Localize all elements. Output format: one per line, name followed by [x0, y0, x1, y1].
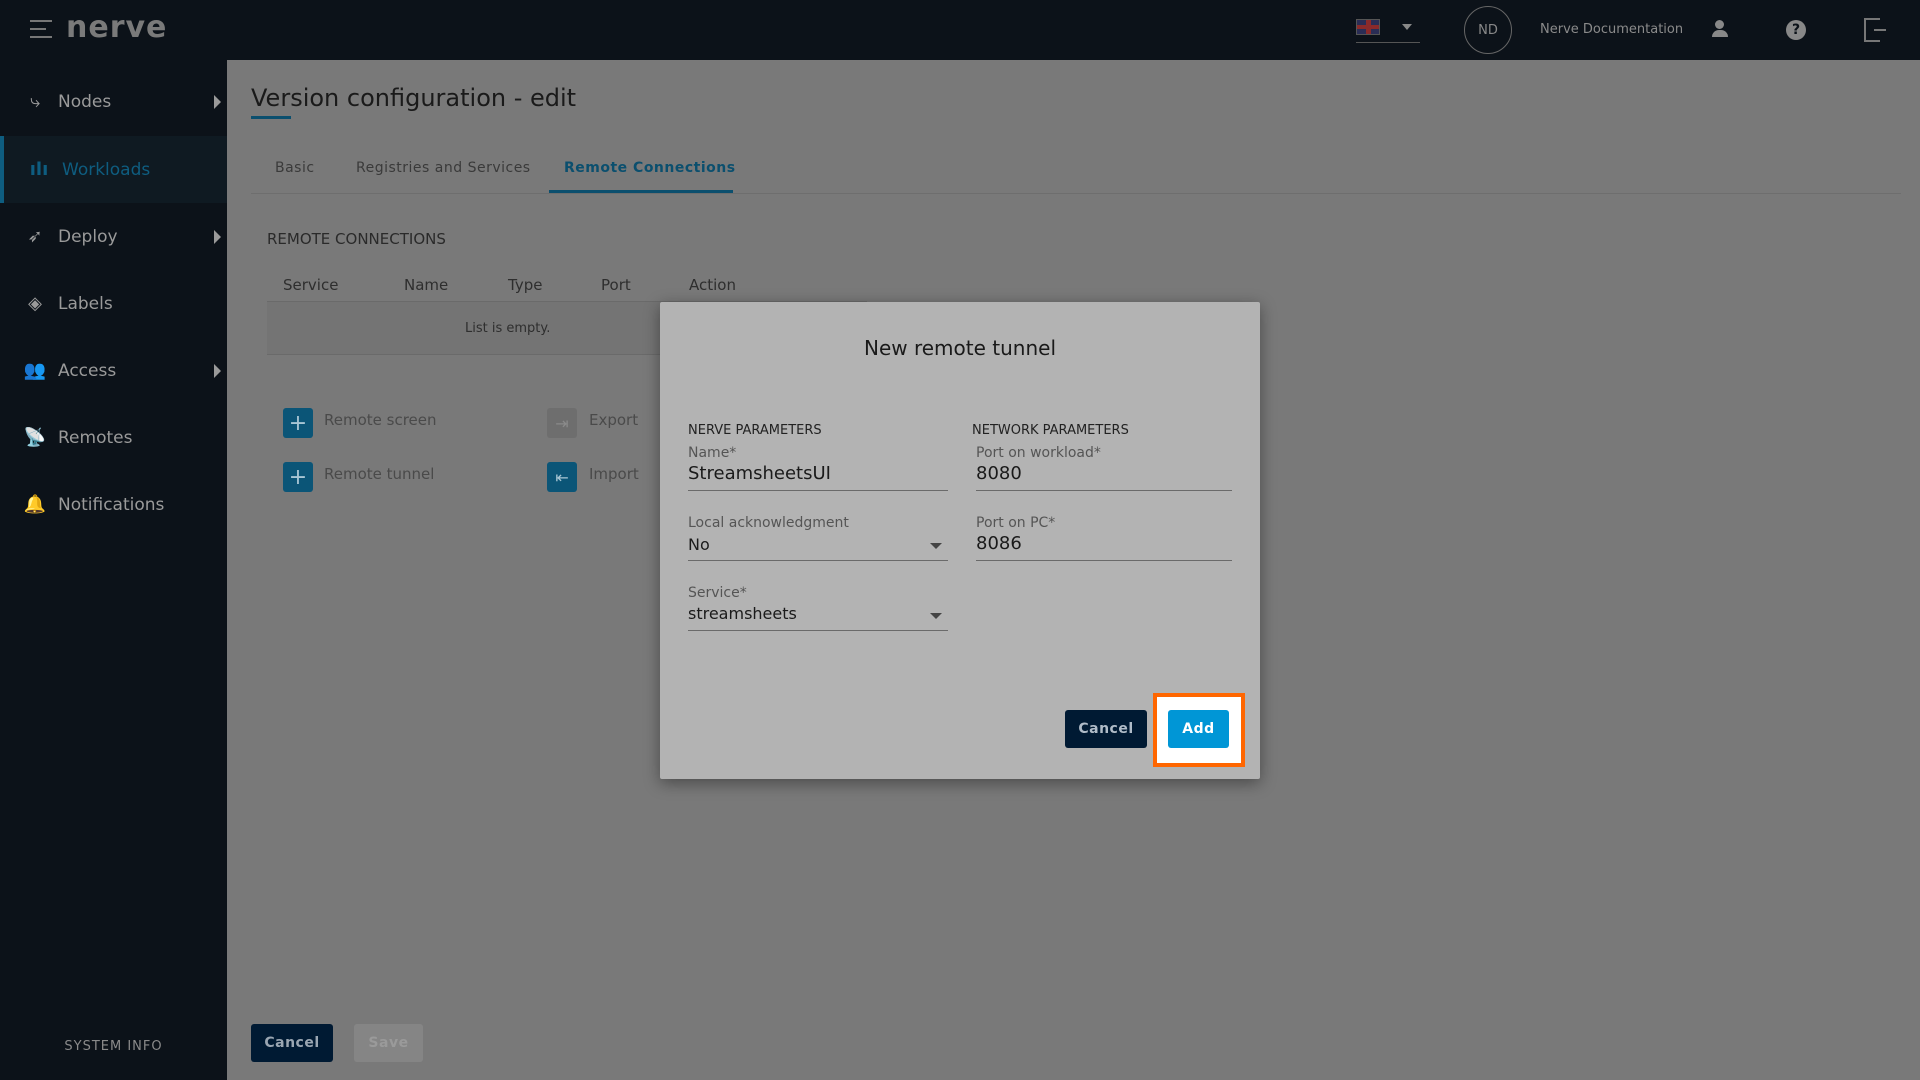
- local-acknowledgment-underline: [688, 560, 948, 561]
- dialog-title: New remote tunnel: [863, 336, 1057, 360]
- tab-basic[interactable]: Basic: [275, 160, 315, 176]
- local-acknowledgment-select[interactable]: No: [688, 535, 710, 554]
- tab-bar-divider: [251, 193, 1901, 194]
- port-on-workload-underline: [976, 490, 1232, 491]
- sidebar-item-label: Notifications: [58, 494, 165, 515]
- language-select-underline: [1356, 42, 1420, 43]
- bell-icon: 🔔: [23, 494, 47, 515]
- add-remote-screen-button[interactable]: +: [283, 408, 313, 438]
- sidebar-item-remotes[interactable]: 📡 Remotes: [0, 404, 227, 471]
- system-info-link[interactable]: SYSTEM INFO: [0, 1039, 227, 1054]
- nodes-icon: ⤷: [29, 91, 41, 112]
- tag-icon: ◈: [28, 293, 42, 314]
- sidebar-item-notifications[interactable]: 🔔 Notifications: [0, 471, 227, 538]
- plus-icon: +: [288, 464, 308, 490]
- nerve-parameters-heading: NERVE PARAMETERS: [688, 423, 822, 438]
- import-icon: ⇤: [555, 467, 569, 487]
- column-header-type: Type: [508, 276, 543, 294]
- import-button[interactable]: ⇤: [547, 462, 577, 492]
- user-icon[interactable]: [1712, 20, 1728, 38]
- section-title: REMOTE CONNECTIONS: [267, 230, 446, 248]
- port-on-workload-input[interactable]: 8080: [976, 463, 1022, 484]
- page-save-button[interactable]: Save: [354, 1024, 423, 1062]
- name-input[interactable]: StreamsheetsUI: [688, 463, 831, 484]
- dialog-cancel-button[interactable]: Cancel: [1065, 710, 1147, 748]
- column-header-port: Port: [601, 276, 631, 294]
- menu-icon[interactable]: [30, 20, 52, 38]
- sidebar-item-label: Access: [58, 360, 117, 381]
- page-title: Version configuration - edit: [251, 84, 577, 112]
- tab-registries-and-services[interactable]: Registries and Services: [356, 160, 531, 176]
- import-label[interactable]: Import: [589, 465, 639, 483]
- active-tab-indicator: [549, 190, 733, 193]
- chevron-right-icon: [214, 229, 221, 244]
- sidebar-item-label: Workloads: [62, 159, 151, 180]
- user-name[interactable]: Nerve Documentation: [1540, 22, 1683, 37]
- help-icon[interactable]: ?: [1786, 20, 1806, 40]
- add-remote-tunnel-button[interactable]: +: [283, 462, 313, 492]
- sidebar-item-labels[interactable]: ◈ Labels: [0, 270, 227, 337]
- sidebar-item-label: Labels: [58, 293, 113, 314]
- local-acknowledgment-label: Local acknowledgment: [688, 515, 849, 531]
- port-on-workload-label: Port on workload*: [976, 445, 1101, 461]
- service-underline: [688, 630, 948, 631]
- sidebar: ⤷ Nodes ılı Workloads ➶ Deploy ◈ Labels 👥 Acc…: [0, 60, 227, 1080]
- users-icon: 👥: [23, 360, 47, 381]
- export-label[interactable]: Export: [589, 411, 638, 429]
- port-on-pc-label: Port on PC*: [976, 515, 1056, 531]
- sidebar-item-nodes[interactable]: ⤷ Nodes: [0, 68, 227, 135]
- uk-flag-icon[interactable]: [1356, 19, 1380, 35]
- column-header-name: Name: [404, 276, 449, 294]
- empty-list-text: List is empty.: [465, 321, 551, 336]
- remote-screen-label[interactable]: Remote screen: [324, 411, 437, 429]
- port-on-pc-input[interactable]: 8086: [976, 533, 1022, 554]
- sidebar-item-label: Remotes: [58, 427, 133, 448]
- column-header-service: Service: [283, 276, 339, 294]
- service-select[interactable]: streamsheets: [688, 604, 797, 623]
- chevron-right-icon: [214, 94, 221, 109]
- sidebar-item-label: Nodes: [58, 91, 112, 112]
- avatar-initials: ND: [1478, 22, 1498, 38]
- sidebar-item-access[interactable]: 👥 Access: [0, 337, 227, 404]
- chevron-right-icon: [214, 363, 221, 378]
- chevron-down-icon[interactable]: [930, 543, 942, 549]
- language-dropdown-arrow-icon[interactable]: [1402, 24, 1412, 30]
- plus-icon: +: [288, 410, 308, 436]
- sidebar-item-deploy[interactable]: ➶ Deploy: [0, 203, 227, 270]
- top-bar: nerve ND Nerve Documentation ?: [0, 0, 1920, 60]
- new-remote-tunnel-dialog: New remote tunnel NERVE PARAMETERS NETWO…: [660, 302, 1260, 779]
- port-on-pc-underline: [976, 560, 1232, 561]
- export-icon: ⇥: [555, 413, 569, 433]
- logout-icon[interactable]: [1864, 18, 1886, 42]
- remote-tunnel-label[interactable]: Remote tunnel: [324, 465, 434, 483]
- workloads-icon: ılı: [29, 159, 49, 180]
- avatar[interactable]: ND: [1464, 6, 1512, 54]
- remote-icon: 📡: [23, 427, 47, 448]
- nerve-logo: nerve: [66, 10, 168, 45]
- page-cancel-button[interactable]: Cancel: [251, 1024, 333, 1062]
- chevron-down-icon[interactable]: [930, 613, 942, 619]
- sidebar-item-label: Deploy: [58, 226, 118, 247]
- column-header-action: Action: [689, 276, 736, 294]
- title-underline: [251, 116, 291, 119]
- name-input-underline: [688, 490, 948, 491]
- dialog-add-button[interactable]: Add: [1168, 710, 1229, 748]
- export-button[interactable]: ⇥: [547, 408, 577, 438]
- tab-remote-connections[interactable]: Remote Connections: [564, 160, 736, 176]
- name-label: Name*: [688, 445, 737, 461]
- network-parameters-heading: NETWORK PARAMETERS: [972, 423, 1129, 438]
- service-label: Service*: [688, 585, 747, 601]
- sidebar-item-workloads[interactable]: ılı Workloads: [0, 136, 227, 203]
- rocket-icon: ➶: [27, 226, 43, 247]
